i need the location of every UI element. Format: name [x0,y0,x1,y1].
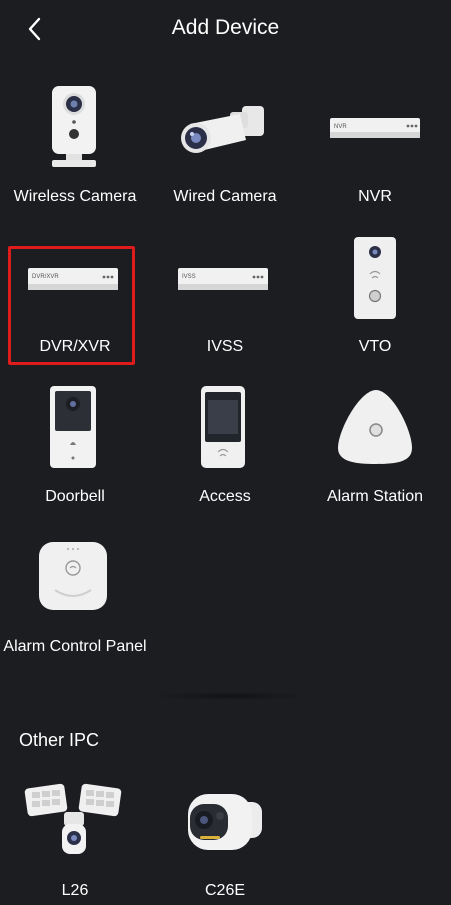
other-ipc-section-title: Other IPC [19,730,100,750]
device-label: IVSS [206,338,244,355]
device-tile-nvr[interactable]: NVR NVR [300,84,450,234]
device-label: Wired Camera [173,188,277,205]
device-tile-vto[interactable]: VTO [300,234,450,384]
doorbell-icon [0,384,150,484]
page-title: Add Device [171,16,280,39]
device-tile-c26e[interactable]: C26E [150,778,300,905]
section-divider [150,692,310,700]
device-label: Alarm Control Panel [3,638,147,655]
floodlight-camera-icon [0,778,150,878]
device-label: L26 [61,882,89,899]
device-label: Alarm Station [326,488,424,505]
ivss-icon: IVSS [150,234,300,334]
access-control-icon [150,384,300,484]
device-label: Wireless Camera [13,188,137,205]
wireless-camera-icon [0,84,150,184]
device-tile-alarm-control-panel[interactable]: Alarm Control Panel [0,534,150,684]
device-label: C26E [204,882,246,899]
alarm-control-panel-icon [0,534,150,634]
nvr-icon: NVR [300,84,450,184]
device-tile-alarm-station[interactable]: Alarm Station [300,384,450,534]
device-label: NVR [358,188,392,205]
ivss-printed-text: IVSS [182,274,196,280]
device-tile-l26[interactable]: L26 [0,778,150,905]
device-tile-wireless-camera[interactable]: Wireless Camera [0,84,150,234]
wired-camera-icon [150,84,300,184]
device-label: Doorbell [45,488,105,505]
header-bar: Add Device [0,0,451,58]
selection-highlight [8,246,135,365]
device-tile-wired-camera[interactable]: Wired Camera [150,84,300,234]
bullet-camera-icon [150,778,300,878]
device-tile-doorbell[interactable]: Doorbell [0,384,150,534]
alarm-station-icon [300,384,450,484]
device-tile-ivss[interactable]: IVSS IVSS [150,234,300,384]
device-label: VTO [358,338,392,355]
device-label: Access [199,488,251,505]
nvr-printed-text: NVR [334,124,347,130]
vto-icon [300,234,450,334]
device-tile-access[interactable]: Access [150,384,300,534]
